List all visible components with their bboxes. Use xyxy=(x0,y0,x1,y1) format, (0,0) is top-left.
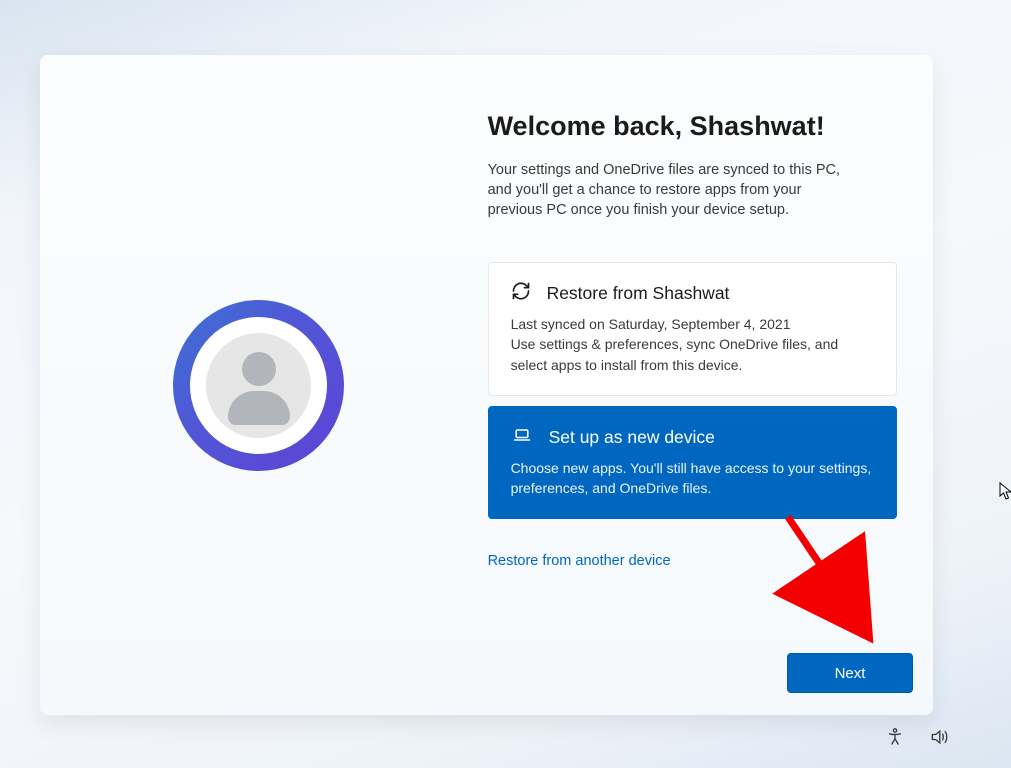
sync-icon xyxy=(511,281,531,306)
setup-panel: Welcome back, Shashwat! Your settings an… xyxy=(40,55,933,715)
option-new-device-card[interactable]: Set up as new device Choose new apps. Yo… xyxy=(488,406,897,520)
laptop-icon xyxy=(511,425,533,450)
illustration-pane xyxy=(40,55,478,715)
option-restore-card[interactable]: Restore from Shashwat Last synced on Sat… xyxy=(488,262,897,396)
avatar-ring xyxy=(173,300,344,471)
content-pane: Welcome back, Shashwat! Your settings an… xyxy=(478,55,933,715)
option-new-device-title: Set up as new device xyxy=(549,427,715,448)
accessibility-icon[interactable] xyxy=(885,727,905,752)
avatar-head-shape xyxy=(242,352,276,386)
volume-icon[interactable] xyxy=(929,727,949,752)
page-title: Welcome back, Shashwat! xyxy=(488,111,897,142)
cursor-icon xyxy=(999,482,1011,500)
restore-another-device-link[interactable]: Restore from another device xyxy=(488,553,671,569)
option-new-device-desc: Choose new apps. You'll still have acces… xyxy=(511,458,874,499)
option-restore-header: Restore from Shashwat xyxy=(511,281,874,306)
option-restore-title: Restore from Shashwat xyxy=(547,283,730,304)
avatar-white-circle xyxy=(190,317,327,454)
next-button[interactable]: Next xyxy=(787,653,913,693)
page-subtitle: Your settings and OneDrive files are syn… xyxy=(488,160,848,220)
avatar-placeholder-icon xyxy=(206,333,311,438)
avatar-body-shape xyxy=(228,391,290,425)
option-restore-desc: Last synced on Saturday, September 4, 20… xyxy=(511,314,874,375)
option-new-device-header: Set up as new device xyxy=(511,425,874,450)
